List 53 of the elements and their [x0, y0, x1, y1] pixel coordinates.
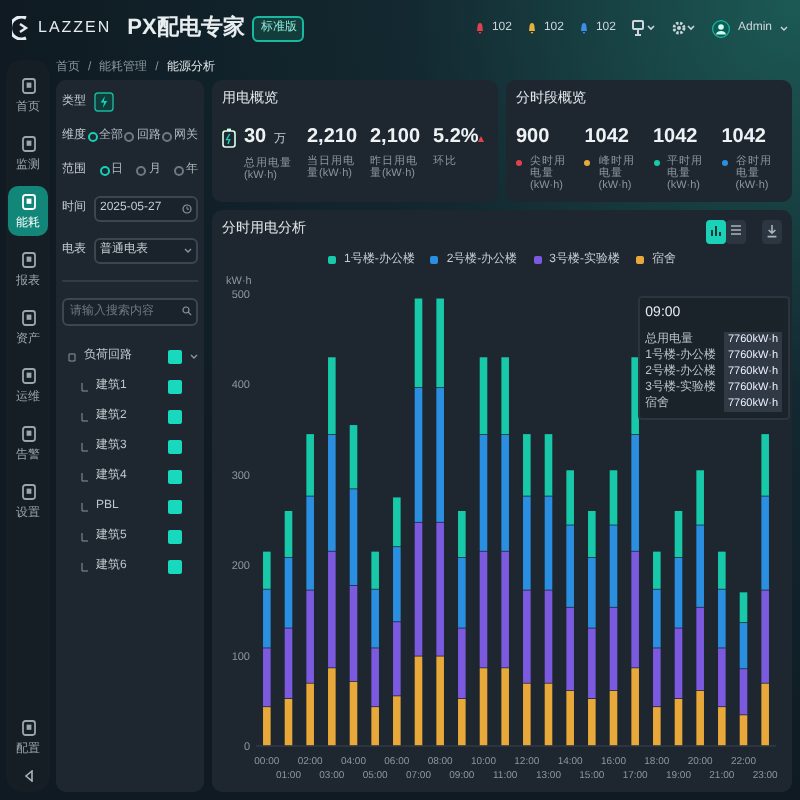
branch-icon [80, 442, 88, 452]
power-icon[interactable] [94, 92, 114, 112]
stat-value: 2,100 [370, 127, 421, 147]
panel-icon [21, 425, 35, 441]
checkbox[interactable] [168, 560, 182, 574]
logo-icon [12, 16, 30, 40]
branch-icon [80, 562, 88, 572]
panel-icon [21, 193, 35, 209]
settings-icon[interactable] [671, 20, 696, 36]
battery-icon [222, 127, 236, 147]
avatar-icon [711, 19, 730, 37]
panel-icon [21, 251, 35, 267]
branch-icon [80, 502, 88, 512]
search-icon [182, 306, 192, 316]
checkbox[interactable] [168, 440, 182, 454]
branch-icon [80, 382, 88, 392]
stat-value: 900 [516, 127, 552, 147]
download-icon [766, 224, 778, 239]
checkbox[interactable] [168, 380, 182, 394]
stat-value: 1042 [584, 127, 631, 147]
checkbox[interactable] [168, 350, 182, 364]
caret-icon[interactable] [190, 354, 198, 360]
list-icon [730, 224, 742, 239]
stat-value: 1042 [653, 127, 700, 147]
table-view-button[interactable] [726, 219, 746, 244]
panel-icon [21, 77, 35, 93]
checkbox[interactable] [168, 500, 182, 514]
panel-icon [21, 135, 35, 151]
download-button[interactable] [762, 219, 782, 244]
logo-text: LAZZEN [38, 16, 112, 40]
stat-value: 5.2% [433, 127, 479, 147]
branch-icon [80, 472, 88, 482]
collapse-icon[interactable] [23, 770, 33, 782]
monitor-icon[interactable] [631, 20, 656, 36]
panel-icon [21, 719, 35, 735]
panel-icon [21, 483, 35, 499]
caret-icon [184, 248, 192, 254]
branch-icon [80, 532, 88, 542]
stat-value: 30 [244, 127, 267, 147]
checkbox[interactable] [168, 530, 182, 544]
branch-icon [80, 412, 88, 422]
stat-value: 2,210 [307, 127, 358, 147]
clock-icon [182, 204, 192, 214]
checkbox[interactable] [168, 470, 182, 484]
chart-view-button[interactable] [706, 219, 726, 244]
bar-chart-icon [710, 224, 722, 239]
caret-icon [780, 25, 788, 31]
panel-icon [21, 367, 35, 383]
panel-icon [21, 309, 35, 325]
folder-icon [68, 352, 76, 362]
checkbox[interactable] [168, 410, 182, 424]
app-title: PX配电专家 [127, 13, 245, 44]
stat-value: 1042 [721, 127, 768, 147]
